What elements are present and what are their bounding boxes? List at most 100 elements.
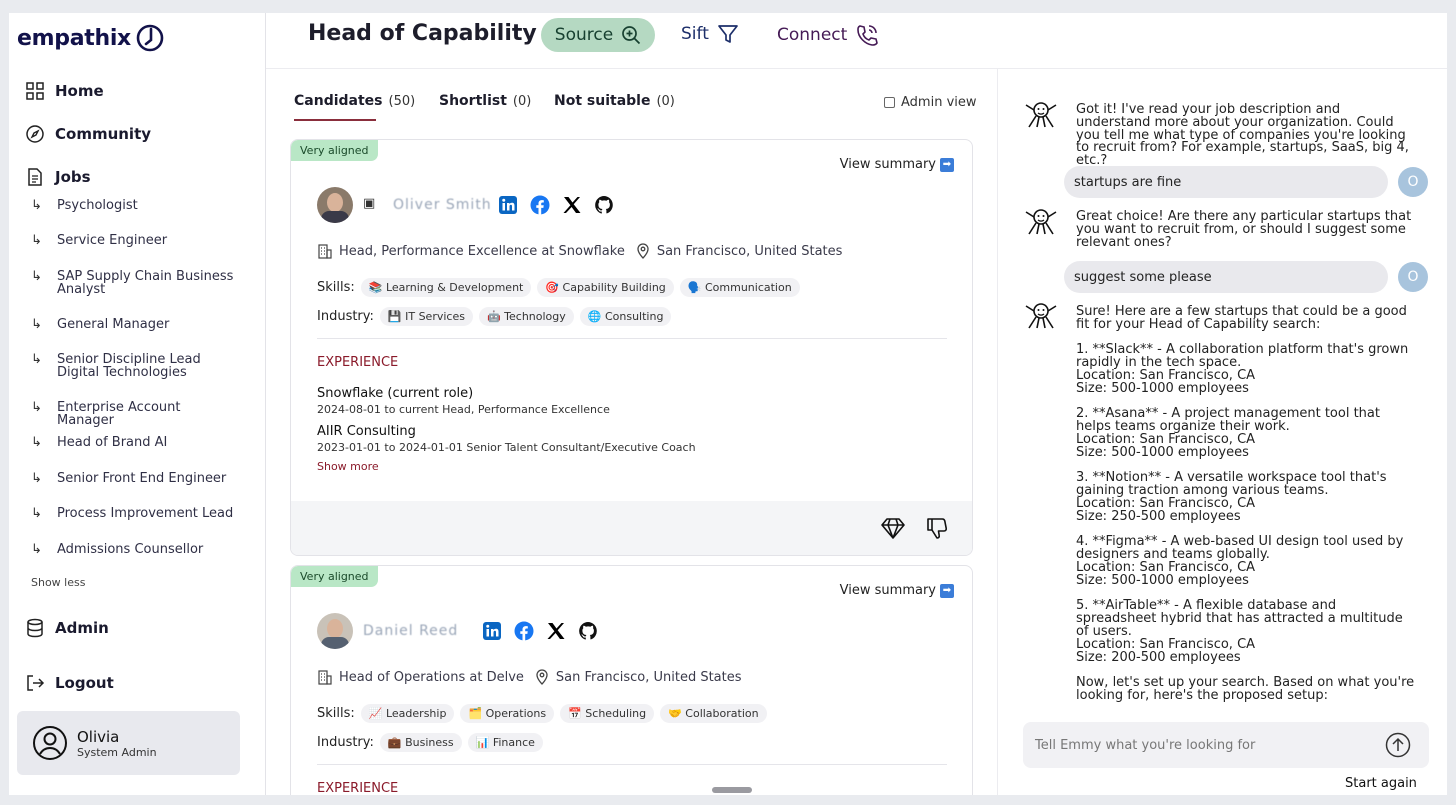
- tab-connect-label: Connect: [777, 25, 848, 45]
- nav-logout[interactable]: Logout: [25, 673, 114, 693]
- experience-company: AIIR Consulting: [317, 424, 416, 439]
- industry-row: Industry: 💾 IT Services 🤖 Technology 🌐 C…: [317, 307, 672, 326]
- experience-heading: EXPERIENCE: [317, 355, 399, 370]
- show-less-link[interactable]: Show less: [31, 576, 85, 589]
- sidebar-job-senior-front-end[interactable]: ↳ Senior Front End Engineer: [31, 472, 237, 485]
- social-links: [498, 195, 614, 215]
- subitem-arrow-icon: ↳: [31, 352, 42, 367]
- top-bar: Head of Capability Source Sift Connect: [266, 13, 1447, 69]
- admin-view-checkbox[interactable]: [884, 97, 895, 108]
- community-icon: [26, 125, 44, 143]
- facebook-icon[interactable]: [530, 195, 550, 215]
- nav-home[interactable]: Home: [25, 81, 104, 101]
- tab-source[interactable]: Source: [541, 18, 655, 52]
- subitem-arrow-icon: ↳: [31, 269, 42, 284]
- industry-tag: 🤖 Technology: [478, 307, 574, 326]
- subitem-arrow-icon: ↳: [31, 506, 42, 521]
- send-icon: [1385, 732, 1411, 758]
- subitem-arrow-icon: ↳: [31, 542, 42, 557]
- tab-sift[interactable]: Sift: [681, 23, 739, 45]
- logo[interactable]: empathix: [17, 23, 165, 53]
- chat-panel: Got it! I've read your job description a…: [997, 69, 1447, 795]
- tab-source-label: Source: [554, 25, 614, 45]
- linkedin-icon[interactable]: [482, 621, 502, 641]
- chat-input-placeholder: Tell Emmy what you're looking for: [1035, 737, 1256, 753]
- job-label: Psychologist: [57, 198, 138, 213]
- view-summary-label: View summary: [839, 157, 936, 172]
- sidebar-job-enterprise-account-manager[interactable]: ↳ Enterprise Account Manager: [31, 401, 237, 427]
- logo-text: empathix: [17, 25, 131, 51]
- experience-dates: 2023-01-01 to 2024-01-01 Senior Talent C…: [317, 441, 696, 454]
- skills-label: Skills:: [317, 280, 355, 295]
- location-icon: [536, 669, 548, 685]
- bot-icon: [1025, 303, 1057, 329]
- show-more-link[interactable]: Show more: [317, 460, 379, 473]
- bot-message: Sure! Here are a few startups that could…: [1076, 304, 1415, 703]
- job-label: Process Improvement Lead: [57, 506, 234, 521]
- bot-avatar: [1024, 99, 1058, 129]
- candidate-role: Head, Performance Excellence at Snowflak…: [339, 243, 625, 259]
- user-profile-card[interactable]: Olivia System Admin: [17, 711, 240, 775]
- candidates-panel: Candidates (50) Shortlist (0) Not suitable…: [266, 69, 996, 795]
- bot-message: Got it! I've read your job description a…: [1076, 102, 1409, 169]
- x-icon[interactable]: [546, 621, 566, 641]
- x-icon[interactable]: [562, 195, 582, 215]
- sidebar-job-general-manager[interactable]: ↳ General Manager: [31, 318, 237, 331]
- sidebar-job-admissions-counsellor[interactable]: ↳ Admissions Counsellor: [31, 543, 237, 556]
- thumbs-down-icon[interactable]: [924, 515, 950, 541]
- tab-candidates[interactable]: Candidates (50): [294, 93, 415, 109]
- sidebar-job-senior-discipline-lead[interactable]: ↳ Senior Discipline Lead Digital Technolo…: [31, 353, 237, 379]
- phone-icon: [857, 25, 879, 46]
- tab-candidates-count: (50): [388, 94, 416, 109]
- job-label: General Manager: [57, 317, 170, 332]
- chat-input[interactable]: Tell Emmy what you're looking for: [1023, 722, 1429, 768]
- building-icon: [318, 244, 332, 259]
- start-again-button[interactable]: Start again: [1345, 776, 1417, 791]
- send-button[interactable]: [1385, 732, 1411, 758]
- company-logo-icon: ▣: [363, 196, 376, 211]
- github-icon[interactable]: [594, 195, 614, 215]
- bot-icon: [1025, 102, 1057, 128]
- diamond-icon[interactable]: [880, 515, 906, 541]
- skill-tag: 🗂️ Operations: [460, 704, 555, 723]
- linkedin-icon[interactable]: [498, 195, 518, 215]
- nav-home-label: Home: [55, 82, 104, 100]
- sidebar-job-psychologist[interactable]: ↳ Psychologist: [31, 199, 237, 212]
- nav-admin[interactable]: Admin: [25, 618, 109, 638]
- divider: [317, 764, 947, 765]
- admin-view-toggle[interactable]: Admin view: [884, 95, 977, 110]
- sidebar-job-head-of-brand-ai[interactable]: ↳ Head of Brand AI: [31, 436, 237, 449]
- nav-community-label: Community: [55, 125, 152, 143]
- user-message: startups are fine: [1064, 166, 1388, 198]
- tab-not-suitable[interactable]: Not suitable (0): [554, 93, 675, 109]
- nav-jobs[interactable]: Jobs: [25, 167, 91, 187]
- sidebar-job-process-improvement-lead[interactable]: ↳ Process Improvement Lead: [31, 507, 237, 520]
- candidate-location: San Francisco, United States: [656, 243, 843, 259]
- view-summary-button[interactable]: View summary ➡: [840, 583, 954, 598]
- skill-tag: 🤝 Collaboration: [660, 704, 767, 723]
- view-summary-button[interactable]: View summary ➡: [840, 157, 954, 172]
- experience-dates: 2024-08-01 to current Head, Performance …: [317, 403, 610, 416]
- github-icon[interactable]: [578, 621, 598, 641]
- industry-label: Industry:: [317, 735, 374, 750]
- tab-shortlist[interactable]: Shortlist (0): [439, 93, 531, 109]
- subitem-arrow-icon: ↳: [31, 471, 42, 486]
- tab-connect[interactable]: Connect: [777, 23, 879, 47]
- admin-view-label: Admin view: [901, 95, 977, 110]
- skill-tag: 🎯 Capability Building: [537, 278, 674, 297]
- sidebar-job-sap-analyst[interactable]: ↳ SAP Supply Chain Business Analyst: [31, 270, 237, 296]
- arrow-right-icon: ➡: [940, 157, 954, 172]
- tab-shortlist-label: Shortlist: [439, 93, 507, 109]
- job-label: Enterprise Account Manager: [57, 400, 181, 428]
- job-label: Service Engineer: [57, 233, 168, 248]
- sidebar-job-service-engineer[interactable]: ↳ Service Engineer: [31, 234, 237, 247]
- candidate-name[interactable]: Oliver Smith: [393, 197, 492, 213]
- divider: [317, 338, 947, 339]
- nav-community[interactable]: Community: [25, 124, 151, 144]
- facebook-icon[interactable]: [514, 621, 534, 641]
- candidate-name[interactable]: Daniel Reed: [363, 623, 458, 639]
- candidate-role-line: Head, Performance Excellence at Snowflak…: [317, 243, 842, 259]
- job-label: Head of Brand AI: [57, 435, 168, 450]
- candidate-role: Head of Operations at Delve: [339, 669, 524, 685]
- scroll-handle[interactable]: [712, 787, 752, 793]
